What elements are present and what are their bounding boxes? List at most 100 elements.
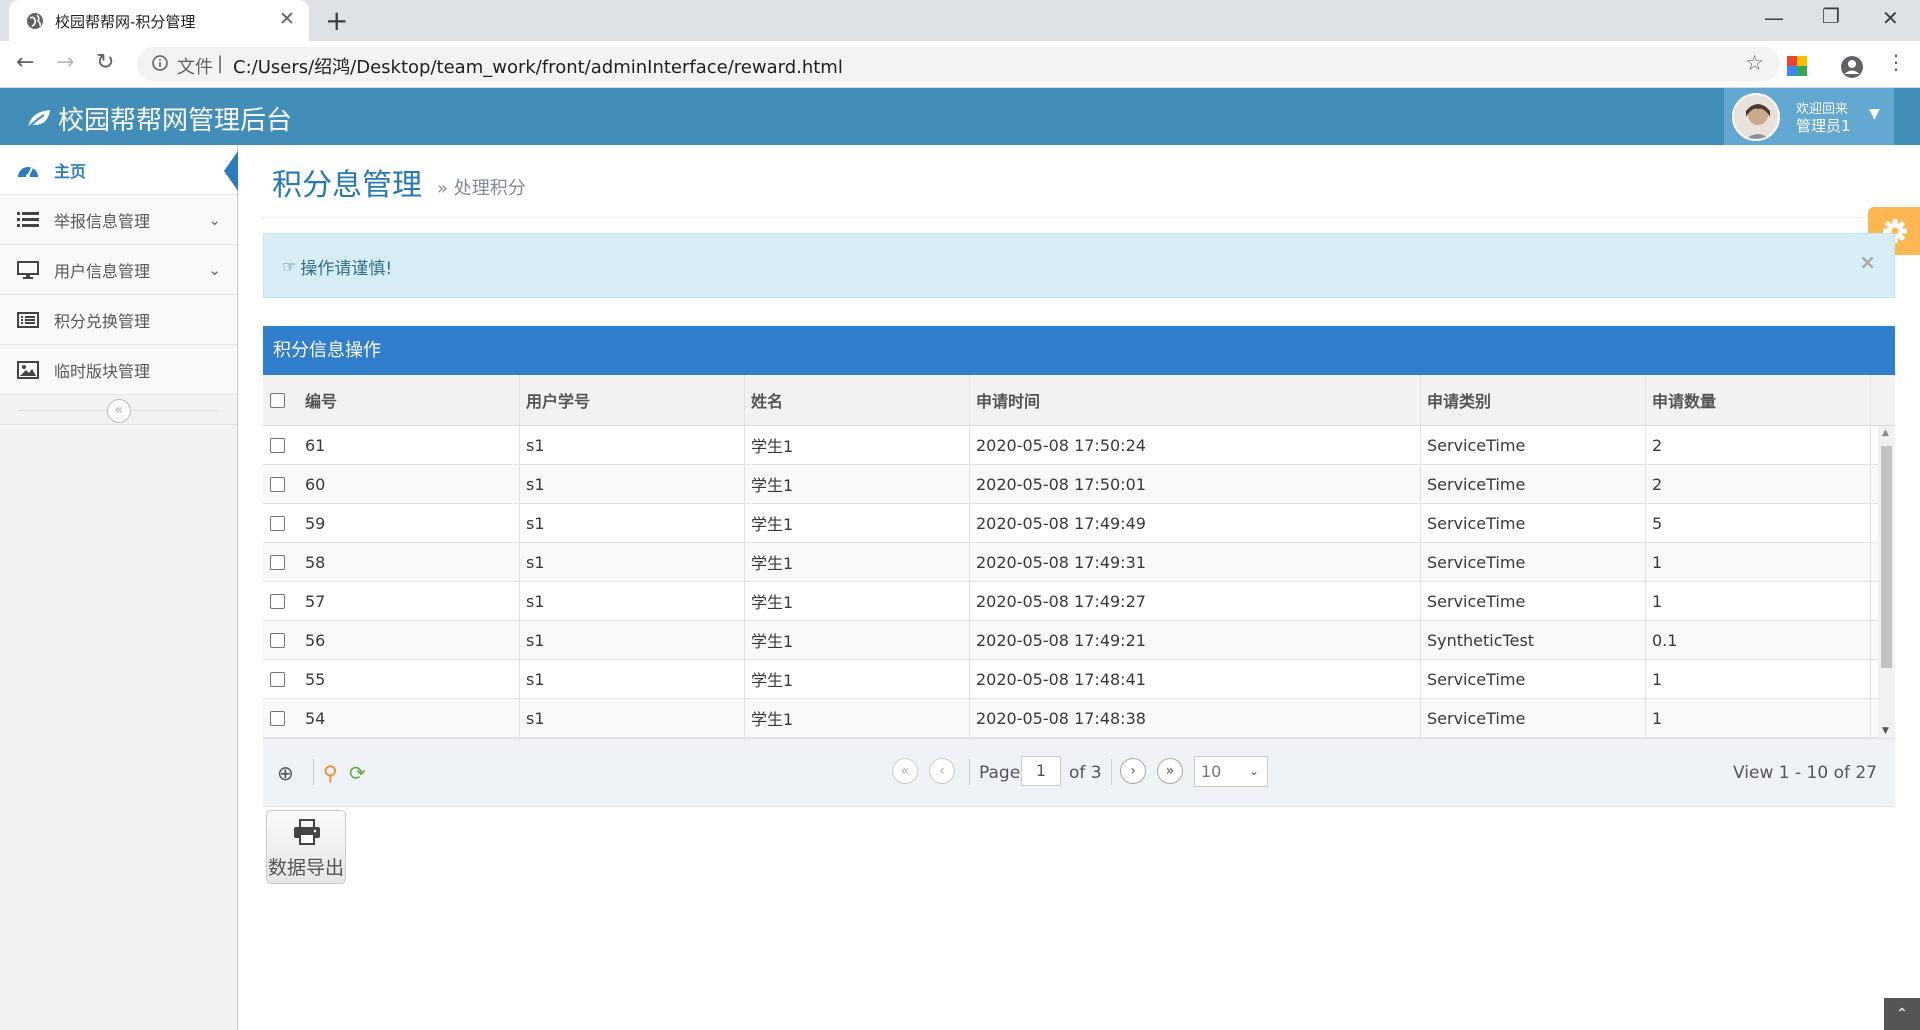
page-subtitle: » 处理积分 <box>437 178 526 199</box>
cell-apply-type: ServiceTime <box>1421 699 1646 737</box>
row-checkbox[interactable] <box>270 671 285 687</box>
address-bar[interactable]: 文件 | C:/Users/绍鸿/Desktop/team_work/front… <box>137 47 1780 81</box>
row-select-cell <box>263 660 299 698</box>
menu-dots-icon[interactable]: ⋮ <box>1886 50 1906 74</box>
brand-title: 校园帮帮网管理后台 <box>58 106 293 136</box>
cell-apply-amount: 1 <box>1646 660 1871 698</box>
column-header-student-no[interactable]: 用户学号 <box>520 375 745 425</box>
user-menu[interactable]: 欢迎回来 管理员1 ▼ <box>1724 88 1894 145</box>
column-header-apply-time[interactable]: 申请时间 <box>970 375 1421 425</box>
extension-icon[interactable] <box>1786 55 1808 77</box>
table-row[interactable]: 56 s1 学生1 2020-05-08 17:49:21 SyntheticTest 0… <box>263 621 1895 660</box>
cell-student-no: s1 <box>520 699 745 737</box>
cell-id: 58 <box>299 543 520 581</box>
row-checkbox[interactable] <box>270 554 285 570</box>
restore-icon[interactable]: ❐ <box>1822 4 1840 28</box>
avatar <box>1732 93 1780 141</box>
page-count: of 3 <box>1069 763 1102 783</box>
dashboard-icon <box>16 161 40 179</box>
forward-icon[interactable]: → <box>56 50 74 75</box>
next-page-icon[interactable]: › <box>1120 758 1146 784</box>
column-header-apply-type[interactable]: 申请类别 <box>1421 375 1646 425</box>
scrollbar-thumb[interactable] <box>1881 446 1892 668</box>
back-to-top-button[interactable]: ⌃ <box>1884 998 1920 1030</box>
app-header: 校园帮帮网管理后台 欢迎回来 管理员1 ▼ <box>0 88 1920 145</box>
rows-per-page-select[interactable]: 10 ⌄ <box>1194 756 1268 787</box>
page-title: 积分息管理 <box>272 168 422 203</box>
alert-info: ☞ 操作请谨慎! × <box>263 233 1895 298</box>
row-checkbox[interactable] <box>270 515 285 531</box>
scroll-down-icon[interactable]: ▼ <box>1882 726 1889 736</box>
cell-student-no: s1 <box>520 426 745 464</box>
cell-apply-type: ServiceTime <box>1421 660 1646 698</box>
print-icon <box>294 819 320 845</box>
cell-apply-type: ServiceTime <box>1421 426 1646 464</box>
cell-name: 学生1 <box>745 660 970 698</box>
row-checkbox[interactable] <box>270 710 285 726</box>
cell-apply-type: ServiceTime <box>1421 465 1646 503</box>
first-page-icon[interactable]: « <box>892 758 918 784</box>
divider <box>969 759 970 785</box>
column-header-apply-amount[interactable]: 申请数量 <box>1646 375 1871 425</box>
sidebar-item-label: 临时版块管理 <box>54 361 151 381</box>
table-row[interactable]: 54 s1 学生1 2020-05-08 17:48:38 ServiceTime 1 <box>263 699 1895 738</box>
new-tab-icon[interactable]: + <box>325 4 348 37</box>
bookmark-star-icon[interactable]: ☆ <box>1745 51 1764 75</box>
cell-student-no: s1 <box>520 465 745 503</box>
rows-per-page-value: 10 <box>1201 762 1222 781</box>
sidebar-item-points-exchange[interactable]: 积分兑换管理 <box>0 295 237 345</box>
column-header-id[interactable]: 编号 <box>299 375 520 425</box>
cell-apply-amount: 5 <box>1646 504 1871 542</box>
search-icon[interactable]: ⚲ <box>323 761 338 785</box>
table-row[interactable]: 57 s1 学生1 2020-05-08 17:49:27 ServiceTime 1 <box>263 582 1895 621</box>
row-checkbox[interactable] <box>270 476 285 492</box>
cell-id: 59 <box>299 504 520 542</box>
cell-name: 学生1 <box>745 621 970 659</box>
page-input[interactable]: 1 <box>1021 756 1061 786</box>
row-checkbox[interactable] <box>270 632 285 648</box>
sidebar-item-report-management[interactable]: 举报信息管理 ⌄ <box>0 195 237 245</box>
browser-tab[interactable]: 校园帮帮网-积分管理 ✕ <box>9 0 309 41</box>
export-button[interactable]: 数据导出 <box>266 810 346 884</box>
alert-close-icon[interactable]: × <box>1859 250 1876 274</box>
collapse-left-icon[interactable]: « <box>107 399 131 423</box>
table-row[interactable]: 60 s1 学生1 2020-05-08 17:50:01 ServiceTime 2 <box>263 465 1895 504</box>
table-row[interactable]: 55 s1 学生1 2020-05-08 17:48:41 ServiceTime 1 <box>263 660 1895 699</box>
cell-apply-amount: 2 <box>1646 426 1871 464</box>
cell-id: 57 <box>299 582 520 620</box>
table-row[interactable]: 58 s1 学生1 2020-05-08 17:49:31 ServiceTime 1 <box>263 543 1895 582</box>
profile-icon[interactable] <box>1840 55 1864 79</box>
cell-id: 61 <box>299 426 520 464</box>
column-header-name[interactable]: 姓名 <box>745 375 970 425</box>
zoom-in-icon[interactable]: ⊕ <box>277 761 294 785</box>
sidebar-item-user-management[interactable]: 用户信息管理 ⌄ <box>0 245 237 295</box>
select-all-checkbox[interactable] <box>270 392 285 408</box>
brand[interactable]: 校园帮帮网管理后台 <box>26 100 292 137</box>
grid-scrollbar[interactable]: ▲ ▼ <box>1878 426 1895 738</box>
sidebar-item-home[interactable]: 主页 <box>0 145 238 195</box>
cell-student-no: s1 <box>520 660 745 698</box>
table-row[interactable]: 61 s1 学生1 2020-05-08 17:50:24 ServiceTime 2 <box>263 426 1895 465</box>
cell-id: 60 <box>299 465 520 503</box>
view-info: View 1 - 10 of 27 <box>1733 763 1877 783</box>
tab-close-icon[interactable]: ✕ <box>279 8 295 30</box>
cell-apply-time: 2020-05-08 17:48:38 <box>970 699 1421 737</box>
row-checkbox[interactable] <box>270 437 285 453</box>
reload-icon[interactable]: ↻ <box>96 50 114 75</box>
minimize-icon[interactable]: — <box>1764 6 1784 30</box>
cell-apply-type: ServiceTime <box>1421 582 1646 620</box>
row-select-cell <box>263 582 299 620</box>
window-close-icon[interactable]: ✕ <box>1882 6 1899 30</box>
scroll-up-icon[interactable]: ▲ <box>1882 428 1889 438</box>
cell-apply-time: 2020-05-08 17:50:24 <box>970 426 1421 464</box>
sidebar-item-temp-board[interactable]: 临时版块管理 <box>0 345 237 395</box>
prev-page-icon[interactable]: ‹ <box>929 758 955 784</box>
refresh-icon[interactable]: ⟳ <box>349 761 366 785</box>
back-icon[interactable]: ← <box>16 50 34 75</box>
alert-text: 操作请谨慎! <box>300 259 393 279</box>
grid-body: 61 s1 学生1 2020-05-08 17:50:24 ServiceTime 2 60… <box>263 426 1895 738</box>
table-row[interactable]: 59 s1 学生1 2020-05-08 17:49:49 ServiceTime 5 <box>263 504 1895 543</box>
last-page-icon[interactable]: » <box>1157 758 1183 784</box>
row-checkbox[interactable] <box>270 593 285 609</box>
points-grid: 积分信息操作 编号 用户学号 姓名 申请时间 申请类别 申请数量 61 s1 学生1… <box>263 326 1895 807</box>
